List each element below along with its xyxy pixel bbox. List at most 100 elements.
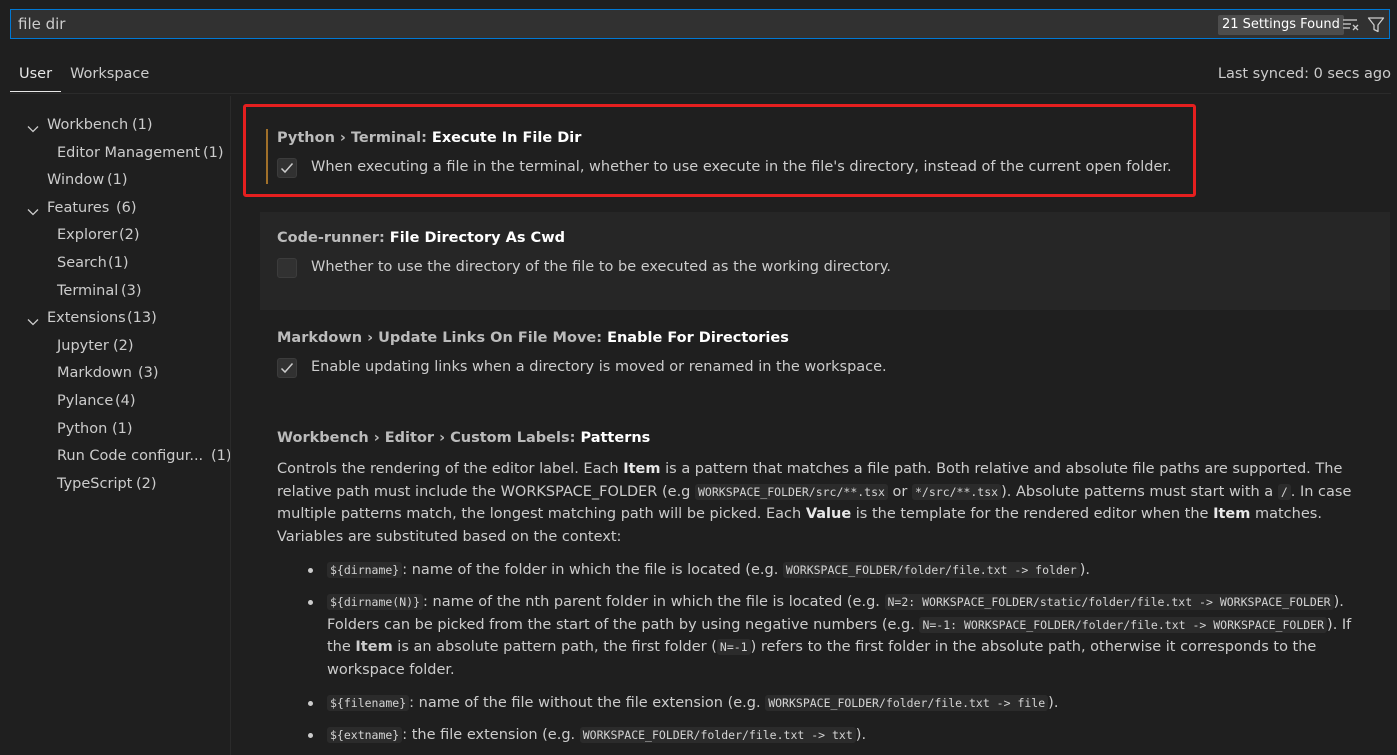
code-snippet: / [1277,483,1291,500]
code-snippet: WORKSPACE_FOLDER/folder/file.txt -> txt [579,727,856,743]
code-snippet: ${dirname} [327,562,403,578]
setting-name: Patterns [580,430,651,446]
toc-label: Python [57,420,108,437]
toc-count: (2) [113,337,134,354]
tabs-divider [10,93,1391,94]
toc-count: (1) [112,420,133,437]
tab-workspace[interactable]: Workspace [61,58,158,91]
setting-markdown-enable-for-directories: Markdown › Update Links On File Move: En… [260,312,1390,402]
toc-count: (3) [138,365,159,382]
toc-item-explorer[interactable]: Explorer (2) [10,222,232,250]
toc-label: Terminal [57,282,119,299]
setting-description: Whether to use the directory of the file… [311,259,892,275]
toc-label: Markdown [57,365,132,382]
toc-label: Editor Management [57,144,201,161]
toc-count: (1) [107,172,128,189]
settings-search-box[interactable]: 21 Settings Found [10,9,1390,39]
chevron-down-icon[interactable] [26,202,40,216]
code-snippet: ${extname} [327,727,403,743]
code-snippet: WORKSPACE_FOLDER/src/**.tsx [695,483,888,500]
setting-name: File Directory As Cwd [389,230,565,246]
desc-text: : name of the nth parent folder in which… [423,594,885,610]
code-snippet: N=-1: WORKSPACE_FOLDER/folder/file.txt -… [919,616,1328,633]
toc-item-editor-management[interactable]: Editor Management (1) [10,140,232,168]
setting-checkbox[interactable] [277,258,297,278]
chevron-down-icon[interactable] [26,312,40,326]
toc-divider [230,96,231,755]
toc-item-typescript[interactable]: TypeScript (2) [10,471,232,499]
settings-scope-tabs: User Workspace [10,58,158,94]
sync-status: Last synced: 0 secs ago [1217,66,1391,82]
setting-title: Code-runner: File Directory As Cwd [277,230,565,246]
check-icon [280,363,294,374]
results-count-badge: 21 Settings Found [1218,15,1344,35]
code-snippet: ${filename} [327,695,410,711]
settings-toc: Workbench (1) Editor Management (1) Wind… [10,112,232,498]
bullet-dot [308,568,313,573]
toc-item-python[interactable]: Python (1) [10,416,232,444]
tab-user[interactable]: User [10,58,62,92]
toc-item-workbench[interactable]: Workbench (1) [10,112,232,140]
toc-label: Extensions [47,310,126,327]
toc-item-terminal[interactable]: Terminal (3) [10,278,232,306]
toc-label: TypeScript [57,475,133,492]
setting-checkbox[interactable] [277,358,297,378]
setting-category: Workbench › Editor › Custom Labels: [277,430,581,446]
setting-category: Markdown › Update Links On File Move: [277,330,608,346]
code-snippet: N=2: WORKSPACE_FOLDER/static/folder/file… [884,594,1334,610]
toc-count: (1) [211,448,232,465]
desc-text: or [887,483,912,500]
list-item: ${filename}: name of the file without th… [308,692,1377,715]
toc-label: Workbench [47,117,129,133]
toc-item-run-code-configuration[interactable]: Run Code configur... (1) [10,443,232,471]
code-snippet: WORKSPACE_FOLDER/folder/file.txt -> fold… [782,562,1080,578]
setting-code-runner-file-directory-as-cwd: Code-runner: File Directory As Cwd Wheth… [260,212,1390,310]
setting-name: Enable For Directories [607,330,789,346]
toc-count: (2) [136,475,157,492]
list-item: ${dirname(N)}: name of the nth parent fo… [308,591,1377,682]
setting-workbench-custom-labels-patterns: Workbench › Editor › Custom Labels: Patt… [260,412,1390,446]
toc-item-extensions[interactable]: Extensions (13) [10,305,232,333]
bullet-dot [308,701,313,706]
toc-count: (2) [119,227,140,244]
code-snippet: WORKSPACE_FOLDER/folder/file.txt -> file [765,695,1049,711]
desc-bold: Item [1213,506,1251,523]
toc-label: Search [57,254,107,271]
code-snippet: N=-1 [716,639,751,656]
toc-count: (4) [115,392,136,409]
toc-count: (3) [121,282,142,299]
list-item: ${dirname}: name of the folder in which … [308,559,1377,582]
toc-item-pylance[interactable]: Pylance (4) [10,388,232,416]
list-item: ${extname}: the file extension (e.g. WOR… [308,724,1377,747]
toc-item-window[interactable]: Window (1) [10,167,232,195]
settings-search-input[interactable] [11,10,1201,38]
toc-count: (1) [203,144,224,161]
code-snippet: ${dirname(N)} [327,594,424,610]
setting-title: Workbench › Editor › Custom Labels: Patt… [277,430,650,446]
desc-bold: Item [355,639,393,656]
toc-label: Run Code configur... [57,448,204,465]
bullet-dot [308,600,313,605]
toc-item-search[interactable]: Search (1) [10,250,232,278]
highlight-box [243,104,1196,197]
bullet-dot [308,733,313,738]
clear-filter-icon[interactable] [1342,16,1360,34]
desc-text: : name of the folder in which the file i… [402,562,783,578]
desc-text: is the template for the rendered editor … [851,506,1214,523]
desc-text: : the file extension (e.g. [402,727,580,743]
desc-text: Controls the rendering of the editor lab… [277,461,624,477]
filter-icon[interactable] [1367,16,1385,34]
toc-item-markdown[interactable]: Markdown (3) [10,360,232,388]
toc-count: (6) [116,199,137,216]
desc-text: : name of the file without the file exte… [409,695,766,711]
toc-item-jupyter[interactable]: Jupyter (2) [10,333,232,361]
toc-label: Jupyter [57,337,109,354]
toc-label: Pylance [57,392,114,409]
toc-item-features[interactable]: Features (6) [10,195,232,223]
desc-text: ). [1079,562,1090,578]
toc-count: (13) [127,310,157,327]
chevron-down-icon[interactable] [26,119,40,133]
setting-category: Code-runner: [277,230,390,246]
desc-text: ). Absolute patterns must start with a [1001,483,1278,500]
setting-description: Controls the rendering of the editor lab… [277,458,1377,549]
